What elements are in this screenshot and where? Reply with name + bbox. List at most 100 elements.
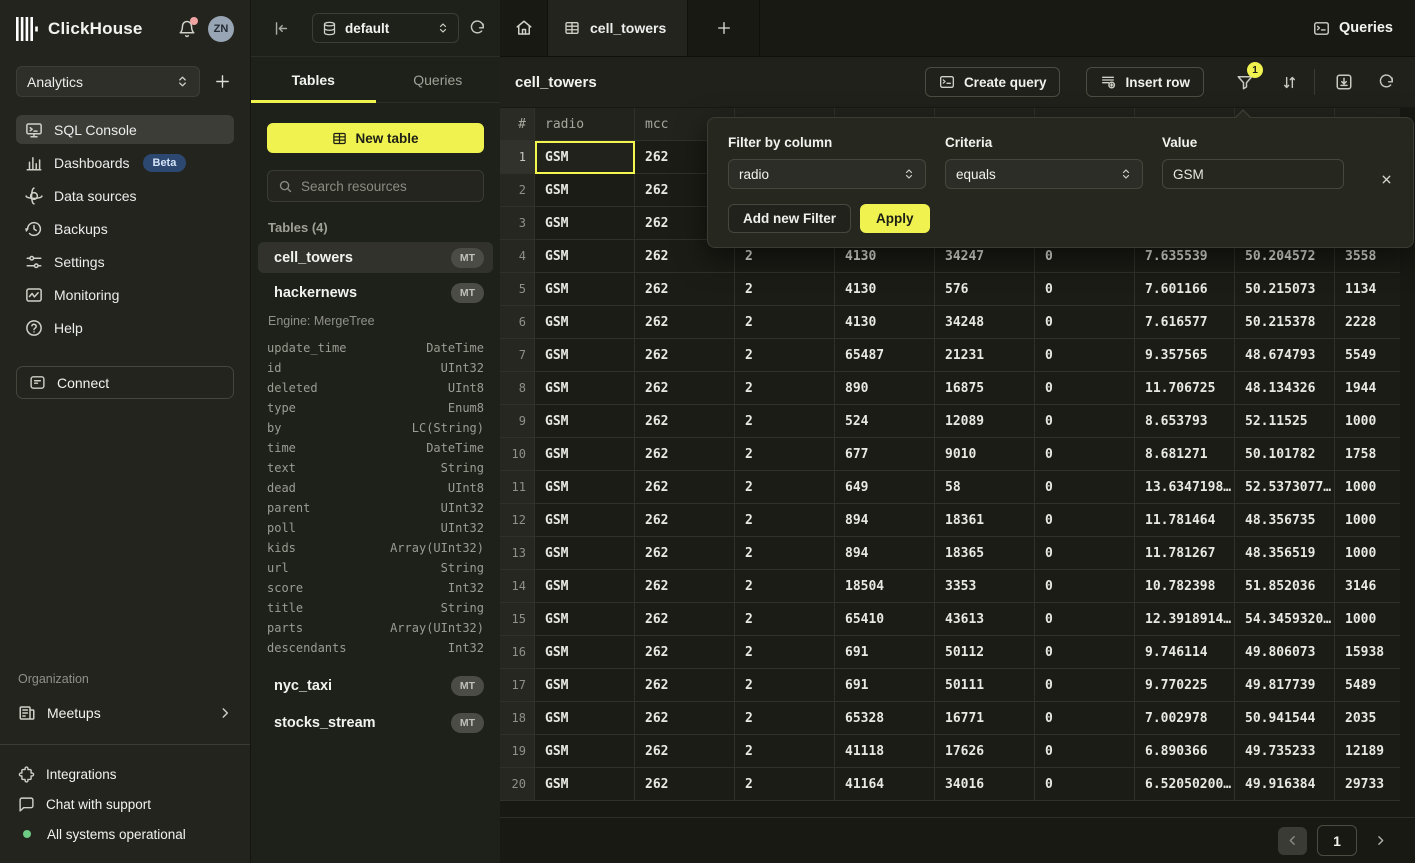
table-cell[interactable]: 2 <box>735 504 835 537</box>
table-cell[interactable]: 524 <box>835 405 935 438</box>
table-cell[interactable]: GSM <box>535 768 635 801</box>
search-input[interactable] <box>301 179 478 194</box>
filter-value-input[interactable] <box>1162 159 1344 189</box>
table-cell[interactable]: 18365 <box>935 537 1035 570</box>
table-cell[interactable]: GSM <box>535 141 635 174</box>
sidebar-item-backups[interactable]: Backups <box>16 214 234 243</box>
table-cell[interactable]: 50111 <box>935 669 1035 702</box>
table-cell[interactable]: 29733 <box>1335 768 1400 801</box>
table-cell[interactable]: 50112 <box>935 636 1035 669</box>
table-cell[interactable]: 1000 <box>1335 405 1400 438</box>
table-cell[interactable]: 49.735233 <box>1235 735 1335 768</box>
notifications-button[interactable] <box>178 20 196 38</box>
table-cell[interactable]: 51.852036 <box>1235 570 1335 603</box>
table-cell[interactable]: 43613 <box>935 603 1035 636</box>
table-cell[interactable]: 262 <box>635 570 735 603</box>
table-cell[interactable]: 262 <box>635 537 735 570</box>
table-cell[interactable]: GSM <box>535 570 635 603</box>
table-cell[interactable]: 0 <box>1035 273 1135 306</box>
table-cell[interactable]: 49.916384 <box>1235 768 1335 801</box>
table-cell[interactable]: 2035 <box>1335 702 1400 735</box>
table-cell[interactable]: 5549 <box>1335 339 1400 372</box>
table-cell[interactable]: 3353 <box>935 570 1035 603</box>
system-status[interactable]: All systems operational <box>16 819 234 849</box>
sidebar-item-monitoring[interactable]: Monitoring <box>16 280 234 309</box>
table-cell[interactable]: 1758 <box>1335 438 1400 471</box>
table-cell[interactable]: 6.890366 <box>1135 735 1235 768</box>
next-page-button[interactable] <box>1367 827 1393 855</box>
table-cell[interactable]: 1000 <box>1335 537 1400 570</box>
table-cell[interactable]: 576 <box>935 273 1035 306</box>
table-cell[interactable]: 15938 <box>1335 636 1400 669</box>
table-cell[interactable]: 50.215378 <box>1235 306 1335 339</box>
table-cell[interactable]: GSM <box>535 240 635 273</box>
table-cell[interactable]: 262 <box>635 306 735 339</box>
sidebar-item-settings[interactable]: Settings <box>16 247 234 276</box>
new-tab-button[interactable] <box>688 0 760 56</box>
table-cell[interactable]: 0 <box>1035 438 1135 471</box>
table-cell[interactable]: 0 <box>1035 702 1135 735</box>
table-cell[interactable]: 21231 <box>935 339 1035 372</box>
table-cell[interactable]: GSM <box>535 603 635 636</box>
tab-tables[interactable]: Tables <box>251 57 376 102</box>
table-cell[interactable]: 0 <box>1035 570 1135 603</box>
sidebar-item-chat-support[interactable]: Chat with support <box>16 789 234 819</box>
table-cell[interactable]: 48.674793 <box>1235 339 1335 372</box>
table-cell[interactable]: 48.134326 <box>1235 372 1335 405</box>
table-cell[interactable]: 12089 <box>935 405 1035 438</box>
table-list-item-hackernews[interactable]: hackernews MT <box>258 277 493 308</box>
tab-cell-towers[interactable]: cell_towers <box>548 0 688 56</box>
sidebar-item-integrations[interactable]: Integrations <box>16 759 234 789</box>
table-cell[interactable]: 7.616577 <box>1135 306 1235 339</box>
table-cell[interactable]: 4130 <box>835 273 935 306</box>
table-cell[interactable]: 2 <box>735 735 835 768</box>
table-cell[interactable]: 2 <box>735 372 835 405</box>
prev-page-button[interactable] <box>1278 827 1307 855</box>
table-cell[interactable]: 262 <box>635 735 735 768</box>
new-table-button[interactable]: New table <box>267 123 484 153</box>
filter-column-select[interactable]: radio <box>728 159 926 189</box>
refresh-icon[interactable] <box>469 20 486 37</box>
table-cell[interactable]: 1000 <box>1335 471 1400 504</box>
sidebar-item-meetups[interactable]: Meetups <box>16 698 234 728</box>
table-cell[interactable]: 7.601166 <box>1135 273 1235 306</box>
table-cell[interactable]: 52.11525 <box>1235 405 1335 438</box>
table-list-item-stocks-stream[interactable]: stocks_stream MT <box>258 707 493 738</box>
table-cell[interactable]: 58 <box>935 471 1035 504</box>
table-cell[interactable]: 13.6347198… <box>1135 471 1235 504</box>
table-cell[interactable]: 894 <box>835 537 935 570</box>
table-cell[interactable]: 18361 <box>935 504 1035 537</box>
table-cell[interactable]: 16771 <box>935 702 1035 735</box>
table-cell[interactable]: GSM <box>535 702 635 735</box>
table-cell[interactable]: 262 <box>635 768 735 801</box>
table-cell[interactable]: GSM <box>535 273 635 306</box>
table-cell[interactable]: 262 <box>635 669 735 702</box>
table-cell[interactable]: 9.746114 <box>1135 636 1235 669</box>
table-cell[interactable]: GSM <box>535 174 635 207</box>
table-cell[interactable]: 0 <box>1035 537 1135 570</box>
table-cell[interactable]: 262 <box>635 471 735 504</box>
table-cell[interactable]: 65487 <box>835 339 935 372</box>
table-cell[interactable]: GSM <box>535 372 635 405</box>
table-cell[interactable]: 2 <box>735 537 835 570</box>
table-cell[interactable]: 649 <box>835 471 935 504</box>
table-cell[interactable]: 2 <box>735 570 835 603</box>
collapse-sidebar-icon[interactable] <box>273 20 290 37</box>
table-cell[interactable]: 262 <box>635 504 735 537</box>
table-cell[interactable]: 16875 <box>935 372 1035 405</box>
table-cell[interactable]: 0 <box>1035 339 1135 372</box>
table-cell[interactable]: GSM <box>535 636 635 669</box>
database-select[interactable]: default <box>312 13 459 43</box>
table-cell[interactable]: 0 <box>1035 603 1135 636</box>
table-cell[interactable]: 54.3459320… <box>1235 603 1335 636</box>
table-cell[interactable]: 11.781267 <box>1135 537 1235 570</box>
table-cell[interactable]: 3146 <box>1335 570 1400 603</box>
table-cell[interactable]: 17626 <box>935 735 1035 768</box>
table-cell[interactable]: 2 <box>735 273 835 306</box>
avatar[interactable]: ZN <box>208 16 234 42</box>
table-cell[interactable]: 2 <box>735 669 835 702</box>
table-cell[interactable]: 49.806073 <box>1235 636 1335 669</box>
table-cell[interactable]: GSM <box>535 438 635 471</box>
table-cell[interactable]: 2 <box>735 438 835 471</box>
table-cell[interactable]: GSM <box>535 504 635 537</box>
